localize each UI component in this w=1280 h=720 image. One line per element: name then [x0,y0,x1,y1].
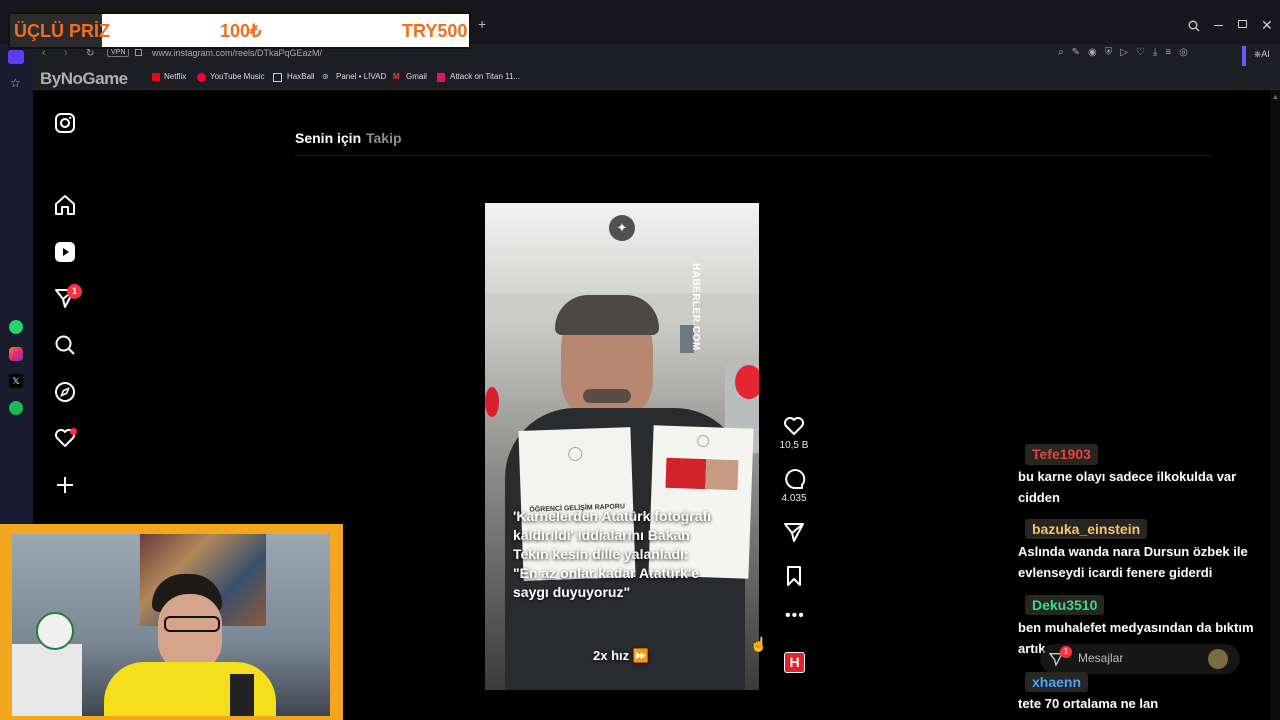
edit-icon[interactable]: ✎ [1072,47,1080,63]
reels-icon[interactable] [53,240,77,264]
tabs-divider [295,155,1211,156]
chat-username-text: xhaenn [1032,674,1082,690]
chat-username: xhaenn [1025,672,1089,692]
glasses [164,616,220,632]
promo-old-price: TRY500 [402,21,468,41]
reload-icon[interactable]: ↻ [86,48,94,59]
chat-message: tete 70 ortalama ne lan [1018,696,1159,711]
bookmark-gmail[interactable]: Gmail [406,72,427,81]
hand-cursor-icon: ☝ [750,636,768,652]
messages-floating-bar[interactable]: 1 Mesajlar [1040,644,1240,674]
reel-caption: 'Karnelerden Atatürk fotoğrafı kaldırıld… [513,508,712,600]
more-options-icon[interactable]: ••• [785,607,805,625]
gmail-icon: M [393,72,400,81]
ai-icon[interactable]: ⎈AI [1254,49,1270,60]
toolbar-icons: ⌕ ✎ ◉ ⛨ ▷ ♡ ⤓ ≡ ◎ [1058,47,1238,63]
home-icon[interactable] [53,193,77,217]
netflix-icon [152,73,160,81]
chat-username: Tefe1903 [1025,444,1098,465]
tab-following[interactable]: Takip [366,130,402,146]
chat-message: bu karne olayı sadece ilkokulda var cidd… [1018,469,1237,505]
ai-sparkle-icon[interactable]: ✦ [609,215,635,241]
like-icon[interactable] [782,414,806,438]
new-tab-button[interactable]: + [478,17,492,31]
home-app-icon[interactable] [8,50,24,64]
messages-bar-avatar [1208,649,1228,669]
instagram-app-icon[interactable] [9,347,23,361]
spotify-icon[interactable] [9,401,23,415]
x-app-icon[interactable]: 𝕏 [9,374,23,388]
search-icon[interactable] [1188,19,1200,37]
chat-username: Deku3510 [1025,595,1105,615]
bookmark-panel[interactable]: Panel • LİVAD [336,72,386,81]
shield-icon[interactable]: ⛨ [1105,47,1113,63]
reel-video[interactable]: ÖĞRENCİ GELİŞİM RAPORU HABERLER.COM 'Kar… [485,203,759,690]
balloon [735,365,759,399]
close-icon[interactable]: ✕ [1261,17,1273,34]
comment-icon[interactable] [782,467,806,491]
messages-bar-badge: 1 [1060,646,1072,658]
menu-icon[interactable]: ≡ [1165,47,1171,63]
chat-username-text: Tefe1903 [1032,446,1091,462]
haberler-watermark: HABERLER.COM [690,263,701,351]
person-mustache [583,389,631,403]
profile-icon[interactable]: ◎ [1179,47,1188,63]
chat-username-text: Deku3510 [1032,597,1098,613]
promo-price: 100₺ [220,21,262,41]
explore-icon[interactable] [53,380,77,404]
webcam-frame [0,524,343,720]
person-hair [555,295,659,335]
whatsapp-icon[interactable] [9,320,23,334]
haberler-avatar[interactable]: H [784,652,805,673]
playback-speed-label: 2x hız [593,648,630,663]
chat-message: Aslında wanda nara Dursun özbek ile evle… [1018,544,1248,580]
share-icon[interactable] [782,520,806,544]
likes-count: 10,5 B [779,440,809,451]
promo-banner: ÜÇLÜ PRİZ 100₺ TRY500 [8,12,471,49]
webcam-feed [12,534,330,716]
lock-icon [135,49,142,56]
youtube-music-icon [197,73,206,82]
create-plus-icon[interactable] [53,473,77,497]
messages-badge: 1 [67,284,82,299]
search-nav-icon[interactable] [53,333,77,357]
vpn-badge[interactable]: VPN [107,48,130,57]
streamer-watermark: ByNoGame [40,69,128,88]
playback-speed[interactable]: 2x hız ⏩ [593,648,649,664]
notification-dot [70,428,77,435]
person-face [158,594,222,672]
bookmark-netflix[interactable]: Netflix [164,72,186,81]
save-bookmark-icon[interactable] [782,564,806,588]
download-icon[interactable]: ⤓ [1153,47,1157,63]
haxball-icon [273,73,282,82]
page-scrollbar[interactable]: ▲ [1270,90,1280,720]
panel-icon: ⊛ [322,72,329,81]
can [230,674,254,716]
pin-icon[interactable]: ☆ [10,76,21,90]
messages-bar-label: Mesajlar [1078,651,1124,665]
instagram-logo-icon[interactable] [53,111,77,135]
chat-username: bazuka_einstein [1025,519,1148,539]
restore-icon[interactable] [1238,20,1247,28]
play-icon[interactable]: ▷ [1120,47,1128,63]
promo-product: ÜÇLÜ PRİZ [14,21,110,41]
minimize-icon[interactable] [1214,25,1223,26]
url-field[interactable]: www.instagram.com/reels/DTkaPqGEazM/ [152,48,322,58]
fast-forward-icon: ⏩ [632,648,649,663]
chat-username-text: bazuka_einstein [1032,521,1141,537]
desk-stand [12,644,82,716]
bookmark-haxball[interactable]: HaxBall [287,72,315,81]
tab-for-you[interactable]: Senin için [295,130,361,146]
zoom-icon[interactable]: ⌕ [1058,47,1064,63]
comments-count: 4.035 [781,493,807,504]
balloon-left [485,387,499,417]
attack-on-titan-icon [437,73,445,82]
heart-icon[interactable]: ♡ [1136,47,1145,63]
bookmark-youtube-music[interactable]: YouTube Music [210,72,265,81]
ai-accent [1242,46,1246,66]
football [36,612,74,650]
camera-icon[interactable]: ◉ [1088,47,1097,63]
bookmark-attack-on-titan[interactable]: Attack on Titan 11... [450,72,520,81]
bookmarks-bar: ByNoGame Netflix YouTube Music HaxBall ⊛… [0,68,1280,90]
